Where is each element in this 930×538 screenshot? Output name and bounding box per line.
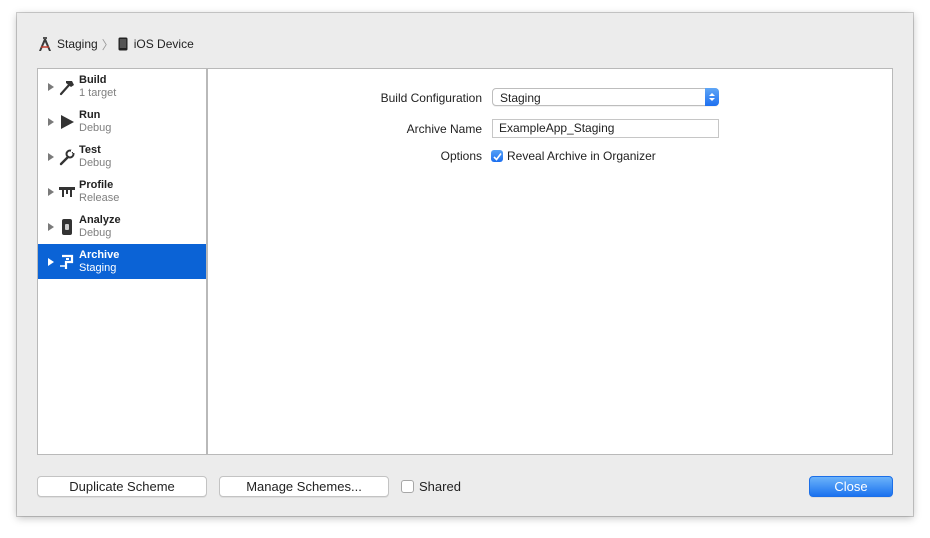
build-configuration-label: Build Configuration [380,91,482,105]
hammer-app-icon [37,36,53,52]
disclosure-triangle-icon[interactable] [48,187,54,196]
action-subtitle: Debug [79,156,112,169]
reveal-archive-label: Reveal Archive in Organizer [507,149,656,163]
duplicate-scheme-button[interactable]: Duplicate Scheme [37,476,207,497]
action-subtitle: Debug [79,226,112,239]
manage-schemes-button[interactable]: Manage Schemes... [219,476,389,497]
action-title: Analyze [79,213,121,226]
hammer-icon [58,78,76,96]
action-subtitle: Debug [79,121,112,134]
build-configuration-value: Staging [500,91,541,105]
destination-selector[interactable]: iOS Device [118,37,194,51]
archive-settings-pane: Build Configuration Staging Archive Name… [207,68,893,455]
action-title: Archive [79,248,120,261]
analyze-icon [58,218,76,236]
action-title: Build [79,73,107,86]
action-subtitle: 1 target [79,86,117,99]
action-title: Profile [79,178,114,191]
iphone-icon [118,37,128,51]
reveal-archive-option[interactable]: Reveal Archive in Organizer [491,149,656,163]
shared-label: Shared [419,479,461,494]
disclosure-triangle-icon[interactable] [48,82,54,91]
scheme-editor-window: Staging 〉 iOS Device Build 1 target Run … [17,13,913,516]
disclosure-triangle-icon[interactable] [48,117,54,126]
action-title: Run [79,108,101,121]
action-run[interactable]: Run Debug [38,104,206,139]
build-configuration-select[interactable]: Staging [492,88,719,106]
options-label: Options [440,149,482,163]
destination-name: iOS Device [133,37,194,51]
action-title: Test [79,143,101,156]
reveal-archive-checkbox[interactable] [491,150,503,162]
action-profile[interactable]: Profile Release [38,174,206,209]
action-archive[interactable]: Archive Staging [38,244,206,279]
scheme-selector[interactable]: Staging [37,36,98,52]
shared-option[interactable]: Shared [401,479,461,494]
wrench-icon [58,148,76,166]
chevron-updown-icon[interactable] [705,88,719,106]
action-subtitle: Staging [79,261,117,274]
caliper-icon [58,183,76,201]
action-build[interactable]: Build 1 target [38,69,206,104]
breadcrumb: Staging 〉 iOS Device [37,36,194,52]
archive-icon [58,253,76,271]
archive-name-field[interactable]: ExampleApp_Staging [492,119,719,138]
disclosure-triangle-icon[interactable] [48,152,54,161]
play-icon [58,113,76,131]
disclosure-triangle-icon[interactable] [48,257,54,266]
archive-name-label: Archive Name [406,122,482,136]
chevron-right-icon: 〉 [101,37,114,52]
scheme-actions-list: Build 1 target Run Debug Test Debug Prof… [37,68,207,455]
close-button[interactable]: Close [809,476,893,497]
scheme-name: Staging [57,37,98,51]
action-test[interactable]: Test Debug [38,139,206,174]
action-subtitle: Release [79,191,120,204]
action-analyze[interactable]: Analyze Debug [38,209,206,244]
shared-checkbox[interactable] [401,480,414,493]
disclosure-triangle-icon[interactable] [48,222,54,231]
